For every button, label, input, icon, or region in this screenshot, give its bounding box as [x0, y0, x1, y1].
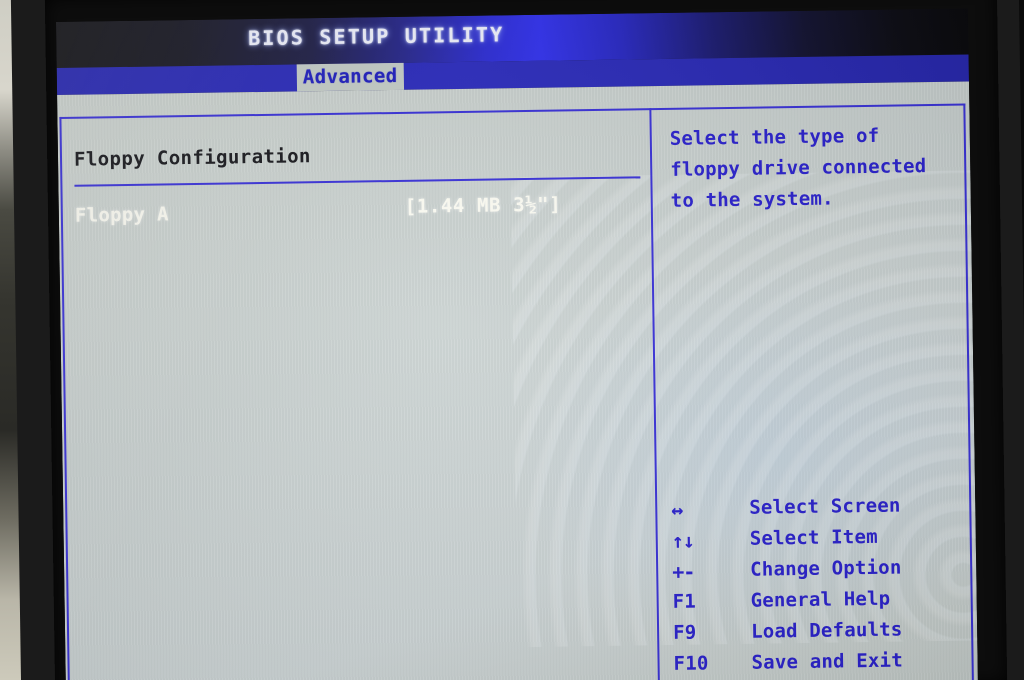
setting-value-floppy-a[interactable]: [1.44 MB 3½"]	[405, 194, 562, 218]
page-title: BIOS SETUP UTILITY	[247, 22, 505, 51]
key-legend-action: Select Item	[749, 525, 878, 550]
tab-advanced[interactable]: Advanced	[296, 62, 404, 92]
key-legend-action: General Help	[750, 587, 891, 612]
section-divider	[74, 176, 641, 187]
content-panel: Floppy Configuration Floppy A [1.44 MB 3…	[57, 81, 978, 680]
key-legend-action: Save and Exit	[751, 649, 904, 674]
monitor-photo: BIOS SETUP UTILITY Advanced Floppy Confi…	[0, 0, 1024, 680]
setting-row-floppy-a[interactable]: Floppy A [1.44 MB 3½"]	[74, 194, 641, 230]
key-legend-action: Select Screen	[749, 494, 901, 519]
key-legend: ↔ Select Screen ↑↓ Select Item +- Change…	[671, 493, 974, 680]
bios-screen: BIOS SETUP UTILITY Advanced Floppy Confi…	[56, 8, 978, 680]
key-legend-row: ↔ Select Screen	[671, 493, 971, 528]
help-text: Select the type of floppy drive connecte…	[669, 124, 927, 212]
key-legend-row: F9 Load Defaults	[673, 617, 973, 652]
f10-key-icon: F10	[673, 652, 709, 675]
key-legend-row: +- Change Option	[672, 555, 972, 590]
key-legend-row: F1 General Help	[673, 586, 973, 621]
key-legend-row: F10 Save and Exit	[673, 648, 973, 680]
key-legend-action: Load Defaults	[750, 618, 903, 643]
up-down-arrow-icon: ↑↓	[671, 528, 695, 553]
f9-key-icon: F9	[672, 621, 697, 644]
panel-divider	[649, 108, 660, 680]
key-legend-action: Change Option	[750, 556, 902, 581]
key-legend-row: ↑↓ Select Item	[672, 524, 972, 559]
section-title-floppy-configuration: Floppy Configuration	[73, 145, 311, 171]
panel-border-top	[59, 103, 966, 119]
left-right-arrow-icon: ↔	[671, 497, 683, 522]
plus-minus-icon: +-	[672, 559, 695, 584]
f1-key-icon: F1	[672, 590, 697, 613]
setting-label-floppy-a: Floppy A	[74, 203, 169, 227]
